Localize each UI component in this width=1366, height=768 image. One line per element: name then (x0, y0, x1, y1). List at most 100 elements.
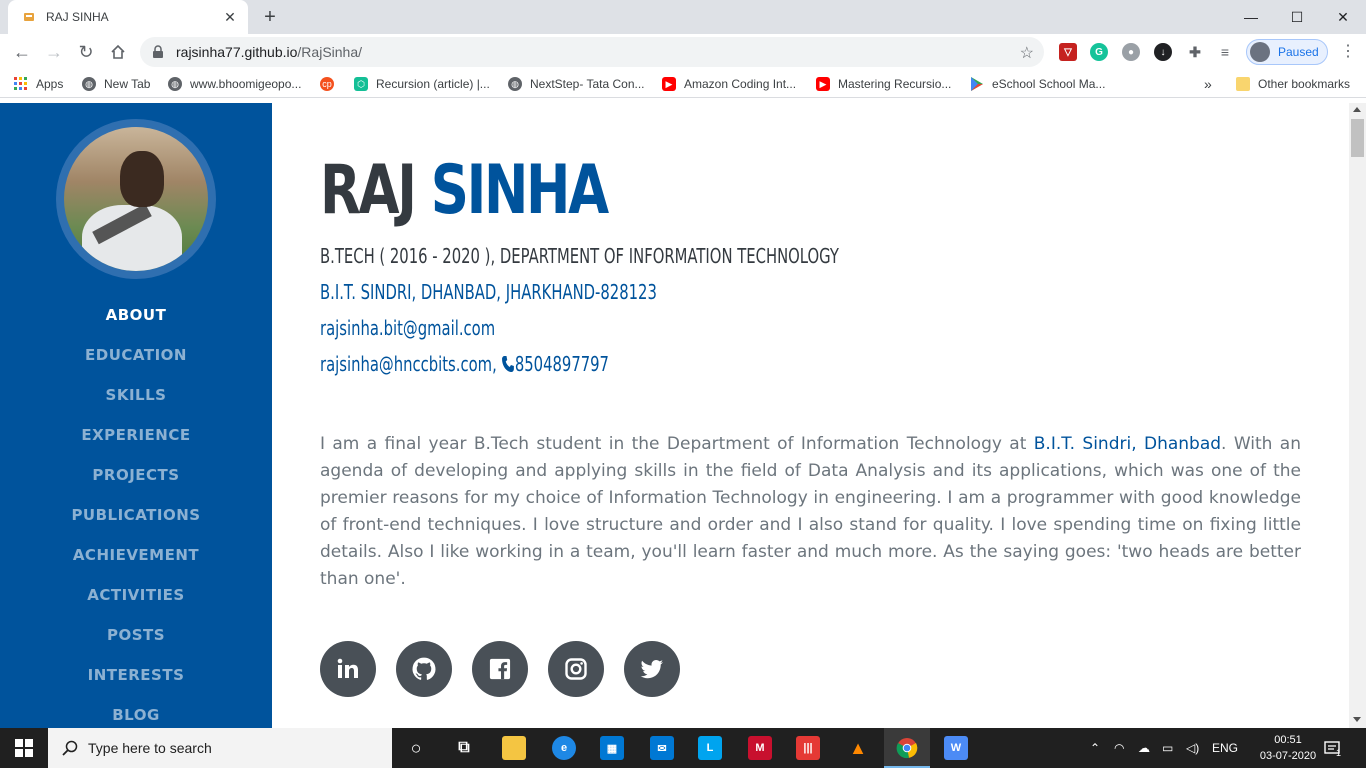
nav-item-about[interactable]: ABOUT (0, 301, 272, 341)
reading-list-icon[interactable]: ≡ (1216, 43, 1234, 61)
facebook-icon[interactable] (472, 641, 528, 697)
bookmark-nextstep[interactable]: ◍ NextStep- Tata Con... (508, 76, 645, 92)
instagram-icon[interactable] (548, 641, 604, 697)
email-link-secondary[interactable]: rajsinha@hnccbits.com, (320, 352, 497, 376)
bookmark-label: Mastering Recursio... (838, 77, 952, 91)
task-view-icon[interactable]: ⧉ (452, 736, 476, 760)
nav-item-achievement[interactable]: ACHIEVEMENT (0, 541, 272, 581)
extensions-puzzle-icon[interactable]: ✚ (1186, 43, 1204, 61)
show-hidden-icons[interactable]: ⌃ (1090, 728, 1100, 768)
nav-item-activities[interactable]: ACTIVITIES (0, 581, 272, 621)
battery-icon[interactable]: ▭ (1162, 728, 1173, 768)
cortana-icon[interactable]: ○ (404, 736, 428, 760)
other-bookmarks-folder[interactable]: Other bookmarks (1236, 76, 1350, 92)
tab-close-icon[interactable]: ✕ (222, 9, 238, 26)
nav-item-interests[interactable]: INTERESTS (0, 661, 272, 701)
minimize-icon[interactable]: — (1228, 0, 1274, 34)
nav-item-posts[interactable]: POSTS (0, 621, 272, 661)
windows-start-icon[interactable] (0, 728, 48, 768)
grammarly-extension-icon[interactable]: G (1090, 43, 1108, 61)
bookmark-label: www.bhoomigeopo... (190, 77, 302, 91)
nav-item-skills[interactable]: SKILLS (0, 381, 272, 421)
bookmark-mastering-recursion[interactable]: ▶ Mastering Recursio... (816, 76, 951, 92)
twitter-icon[interactable] (624, 641, 680, 697)
bookmark-amazon-coding[interactable]: ▶ Amazon Coding Int... (662, 76, 796, 92)
circle-extension-icon[interactable]: ● (1122, 43, 1140, 61)
pocket-extension-icon[interactable]: ▽ (1059, 43, 1077, 61)
red-app-icon[interactable]: ||| (796, 736, 820, 760)
window-close-icon[interactable]: ✕ (1320, 0, 1366, 34)
first-name: RAJ (320, 151, 417, 230)
vlc-icon[interactable]: ▲ (846, 736, 870, 760)
taskbar-clock[interactable]: 00:51 03-07-2020 (1258, 732, 1318, 764)
profile-status: Paused (1278, 45, 1319, 59)
github-icon[interactable] (396, 641, 452, 697)
site-favicon-icon (22, 10, 36, 24)
profile-photo (56, 119, 216, 279)
download-extension-icon[interactable]: ↓ (1154, 43, 1172, 61)
network-icon[interactable]: ◠ (1114, 728, 1124, 768)
bookmark-label: New Tab (104, 77, 151, 91)
bookmark-bhoomigeopo[interactable]: ◍ www.bhoomigeopo... (168, 76, 301, 92)
profile-button[interactable]: Paused (1246, 39, 1328, 65)
lock-icon (152, 45, 166, 59)
bookmark-new-tab[interactable]: ◍ New Tab (82, 76, 150, 92)
home-icon[interactable] (106, 40, 130, 64)
nav-item-projects[interactable]: PROJECTS (0, 461, 272, 501)
bookmark-recursion-article[interactable]: ⬡ Recursion (article) |... (354, 76, 490, 92)
chrome-menu-icon[interactable]: ⋮ (1338, 42, 1358, 62)
bookmark-apps[interactable]: Apps (14, 76, 63, 92)
notification-count: 1 (1336, 748, 1342, 758)
email-link-primary[interactable]: rajsinha.bit@gmail.com (320, 313, 495, 343)
language-indicator[interactable]: ENG (1212, 728, 1238, 768)
globe-icon: ◍ (508, 77, 522, 91)
file-explorer-icon[interactable] (502, 736, 526, 760)
bookmark-label: eSchool School Ma... (992, 77, 1106, 91)
maximize-icon[interactable]: ☐ (1274, 0, 1320, 34)
scroll-down-icon[interactable] (1353, 717, 1361, 722)
page-title: RAJ SINHA (320, 149, 609, 233)
page-scrollbar[interactable] (1349, 103, 1366, 728)
college-link[interactable]: B.I.T. Sindri, Dhanbad (1034, 434, 1221, 454)
nav-item-blog[interactable]: BLOG (0, 701, 272, 728)
phone-number[interactable]: 8504897797 (515, 352, 609, 376)
mcafee-icon[interactable]: M (748, 736, 772, 760)
wps-icon[interactable]: W (944, 736, 968, 760)
chrome-icon[interactable] (895, 736, 919, 760)
edge-icon[interactable]: e (552, 736, 576, 760)
address-bar[interactable]: rajsinha77.github.io/RajSinha/ ☆ (140, 37, 1044, 67)
bookmark-label: Apps (36, 77, 64, 91)
bookmark-label: Amazon Coding Int... (684, 77, 797, 91)
phone-icon (502, 356, 515, 372)
new-tab-button[interactable]: + (258, 5, 282, 29)
bookmark-cp[interactable]: cp (320, 76, 342, 92)
lens-app-icon[interactable]: L (698, 736, 722, 760)
nav-item-publications[interactable]: PUBLICATIONS (0, 501, 272, 541)
bookmark-star-icon[interactable]: ☆ (1020, 43, 1034, 63)
reload-icon[interactable]: ↻ (74, 40, 98, 64)
scroll-up-icon[interactable] (1353, 107, 1361, 112)
bookmarks-bar: Apps ◍ New Tab ◍ www.bhoomigeopo... cp ⬡… (0, 70, 1366, 98)
youtube-icon: ▶ (662, 77, 676, 91)
youtube-icon: ▶ (816, 77, 830, 91)
scrollbar-thumb[interactable] (1351, 119, 1364, 157)
apps-grid-icon (14, 77, 28, 91)
mail-icon[interactable]: ✉ (650, 736, 674, 760)
degree-line: B.TECH ( 2016 - 2020 ), DEPARTMENT OF IN… (320, 244, 839, 268)
browser-tab[interactable]: RAJ SINHA ✕ (8, 0, 248, 34)
nav-item-experience[interactable]: EXPERIENCE (0, 421, 272, 461)
last-name: SINHA (430, 151, 609, 230)
cp-icon: cp (320, 77, 334, 91)
nav-item-education[interactable]: EDUCATION (0, 341, 272, 381)
bookmark-eschool[interactable]: eSchool School Ma... (970, 76, 1105, 92)
page-viewport: ABOUT EDUCATION SKILLS EXPERIENCE PROJEC… (0, 103, 1366, 728)
store-icon[interactable]: ▦ (600, 736, 624, 760)
notification-center-icon[interactable]: 1 (1324, 728, 1341, 768)
linkedin-icon[interactable] (320, 641, 376, 697)
forward-icon[interactable]: → (42, 40, 66, 64)
volume-icon[interactable]: ◁) (1186, 728, 1199, 768)
bookmarks-overflow-button[interactable]: » (1204, 76, 1212, 92)
back-icon[interactable]: ← (10, 40, 34, 64)
onedrive-icon[interactable]: ☁ (1138, 728, 1150, 768)
taskbar-search-input[interactable]: Type here to search (48, 728, 392, 768)
